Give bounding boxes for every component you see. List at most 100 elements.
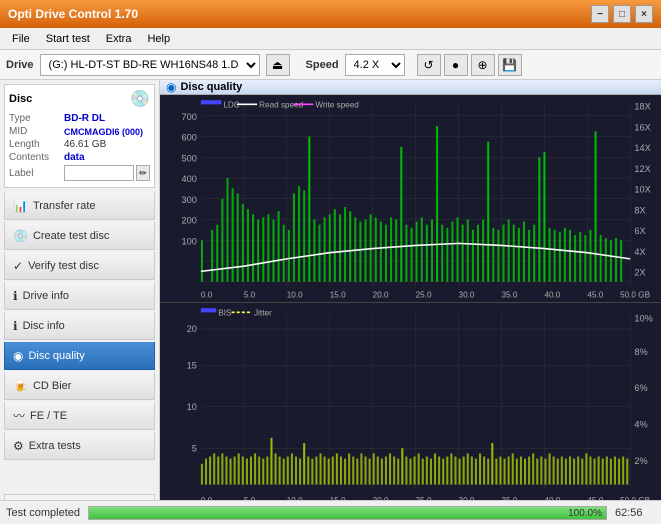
svg-text:200: 200 xyxy=(181,216,196,226)
disc-label-edit-button[interactable]: ✏ xyxy=(136,165,150,181)
menu-extra[interactable]: Extra xyxy=(98,31,140,47)
nav-transfer-rate[interactable]: 📊 Transfer rate xyxy=(4,192,155,220)
window-controls: − □ × xyxy=(591,5,653,23)
svg-text:4%: 4% xyxy=(634,420,647,430)
svg-text:8%: 8% xyxy=(634,347,647,357)
disc-panel: Disc 💿 Type BD-R DL MID CMCMAGDI6 (000) … xyxy=(4,84,155,188)
svg-text:10: 10 xyxy=(187,402,197,412)
status-text: Test completed xyxy=(6,507,80,519)
nav-create-test-disc[interactable]: 💿 Create test disc xyxy=(4,222,155,250)
svg-text:2%: 2% xyxy=(634,456,647,466)
disc-length-value: 46.61 GB xyxy=(64,139,106,150)
svg-text:14X: 14X xyxy=(634,143,650,153)
svg-text:2X: 2X xyxy=(634,267,645,277)
eject-button[interactable]: ⏏ xyxy=(266,54,290,76)
time-display: 62:56 xyxy=(615,507,655,519)
disc-label-input[interactable] xyxy=(64,165,134,181)
upper-chart-svg: 700 600 500 400 300 200 100 18X 16X 14X … xyxy=(160,95,661,302)
disc-quality-title: Disc quality xyxy=(180,81,242,93)
drive-selector[interactable]: (G:) HL-DT-ST BD-RE WH16NS48 1.D3 xyxy=(40,54,260,76)
speed-label: Speed xyxy=(306,59,339,71)
menu-help[interactable]: Help xyxy=(139,31,178,47)
progress-bar: 100.0% xyxy=(88,506,607,520)
menu-file[interactable]: File xyxy=(4,31,38,47)
drive-toolbar: Drive (G:) HL-DT-ST BD-RE WH16NS48 1.D3 … xyxy=(0,50,661,80)
menu-start-test[interactable]: Start test xyxy=(38,31,98,47)
main-content: Disc 💿 Type BD-R DL MID CMCMAGDI6 (000) … xyxy=(0,80,661,524)
svg-text:35.0: 35.0 xyxy=(501,290,517,299)
transfer-rate-icon: 📊 xyxy=(13,199,28,213)
progress-text: 100.0% xyxy=(568,507,602,521)
maximize-button[interactable]: □ xyxy=(613,5,631,23)
disc-length-row: Length 46.61 GB xyxy=(9,139,150,150)
nav-fe-te[interactable]: 〰 FE / TE xyxy=(4,402,155,430)
svg-text:50.0 GB: 50.0 GB xyxy=(620,290,650,299)
title-bar: Opti Drive Control 1.70 − □ × xyxy=(0,0,661,28)
svg-text:400: 400 xyxy=(181,174,196,184)
cd-bier-icon: 🍺 xyxy=(13,379,28,393)
svg-text:0.0: 0.0 xyxy=(201,290,213,299)
svg-text:6X: 6X xyxy=(634,226,645,236)
nav-disc-quality[interactable]: ◉ Disc quality xyxy=(4,342,155,370)
create-test-icon: 💿 xyxy=(13,229,28,243)
right-panel: ◉ Disc quality xyxy=(160,80,661,524)
disc-type-row: Type BD-R DL xyxy=(9,113,150,124)
save-icon[interactable]: 💾 xyxy=(498,54,522,76)
disc-panel-title: Disc xyxy=(9,93,32,105)
svg-text:15: 15 xyxy=(187,361,197,371)
disc-contents-row: Contents data xyxy=(9,152,150,163)
svg-text:15.0: 15.0 xyxy=(330,290,346,299)
svg-text:BIS: BIS xyxy=(218,309,232,318)
disc-quality-header: ◉ Disc quality xyxy=(160,80,661,95)
close-button[interactable]: × xyxy=(635,5,653,23)
svg-text:30.0: 30.0 xyxy=(459,290,475,299)
sidebar: Disc 💿 Type BD-R DL MID CMCMAGDI6 (000) … xyxy=(0,80,160,524)
svg-text:8X: 8X xyxy=(634,205,645,215)
progress-fill xyxy=(89,507,606,519)
refresh-icon[interactable]: ↺ xyxy=(417,54,441,76)
minimize-button[interactable]: − xyxy=(591,5,609,23)
svg-text:6%: 6% xyxy=(634,384,647,394)
svg-text:700: 700 xyxy=(181,112,196,122)
disc-mid-row: MID CMCMAGDI6 (000) xyxy=(9,126,150,137)
nav-drive-info[interactable]: ℹ Drive info xyxy=(4,282,155,310)
fe-te-icon: 〰 xyxy=(13,407,25,424)
svg-text:25.0: 25.0 xyxy=(416,290,432,299)
verify-test-icon: ✓ xyxy=(13,259,23,273)
lower-chart: 20 15 10 5 10% 8% 6% 4% 2% 0.0 5.0 10.0 xyxy=(160,303,661,510)
burn-icon[interactable]: ● xyxy=(444,54,468,76)
svg-text:Jitter: Jitter xyxy=(254,309,272,318)
disc-icon: 💿 xyxy=(130,89,150,109)
svg-text:10X: 10X xyxy=(634,184,650,194)
drive-info-icon: ℹ xyxy=(13,289,18,303)
charts-container: 700 600 500 400 300 200 100 18X 16X 14X … xyxy=(160,95,661,511)
toolbar-icons: ↺ ● ⊕ 💾 xyxy=(417,54,522,76)
disc-mid-value: CMCMAGDI6 (000) xyxy=(64,127,143,137)
svg-text:10.0: 10.0 xyxy=(287,290,303,299)
copy-icon[interactable]: ⊕ xyxy=(471,54,495,76)
nav-disc-info[interactable]: ℹ Disc info xyxy=(4,312,155,340)
nav-verify-test-disc[interactable]: ✓ Verify test disc xyxy=(4,252,155,280)
svg-text:40.0: 40.0 xyxy=(544,290,560,299)
speed-selector[interactable]: 4.2 X xyxy=(345,54,405,76)
nav-cd-bier[interactable]: 🍺 CD Bier xyxy=(4,372,155,400)
svg-text:10%: 10% xyxy=(634,314,652,324)
disc-contents-value: data xyxy=(64,152,85,163)
svg-text:5.0: 5.0 xyxy=(244,290,256,299)
svg-text:Write speed: Write speed xyxy=(315,100,359,109)
svg-text:5: 5 xyxy=(192,444,197,454)
extra-tests-icon: ⚙ xyxy=(13,439,24,453)
menu-bar: File Start test Extra Help xyxy=(0,28,661,50)
app-title: Opti Drive Control 1.70 xyxy=(8,7,591,21)
upper-chart: 700 600 500 400 300 200 100 18X 16X 14X … xyxy=(160,95,661,303)
disc-label-row: Label ✏ xyxy=(9,165,150,181)
svg-text:20: 20 xyxy=(187,324,197,334)
svg-text:500: 500 xyxy=(181,153,196,163)
disc-quality-header-icon: ◉ xyxy=(166,80,176,94)
svg-text:300: 300 xyxy=(181,195,196,205)
drive-label: Drive xyxy=(6,59,34,71)
svg-text:20.0: 20.0 xyxy=(373,290,389,299)
nav-extra-tests[interactable]: ⚙ Extra tests xyxy=(4,432,155,460)
svg-text:4X: 4X xyxy=(634,247,645,257)
svg-text:16X: 16X xyxy=(634,122,650,132)
